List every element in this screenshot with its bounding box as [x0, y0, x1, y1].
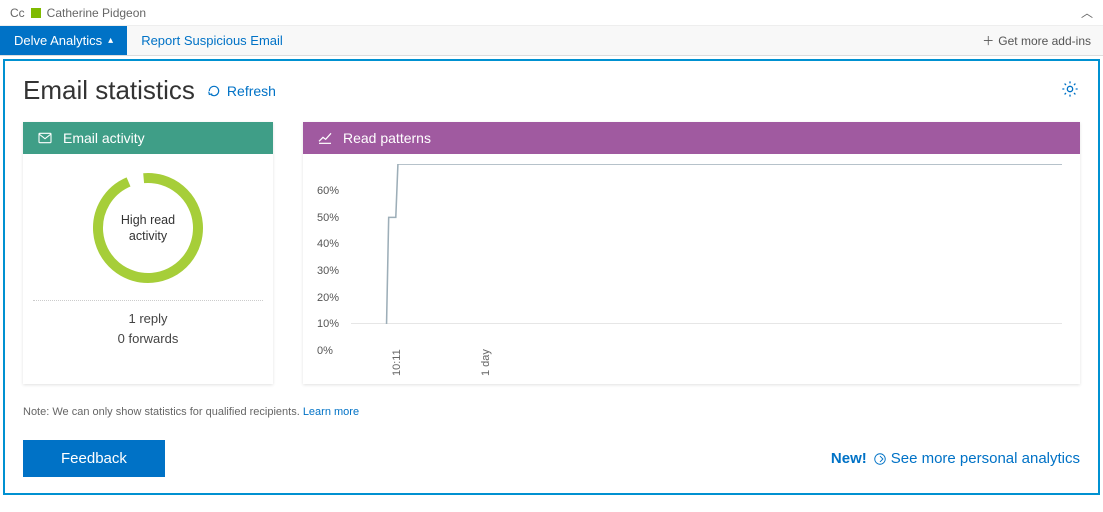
read-patterns-chart: 0%10%20%30%40%50%60%10:111 day	[317, 164, 1066, 344]
collapse-caret-icon[interactable]: ︿	[1081, 4, 1093, 21]
feedback-button[interactable]: Feedback	[23, 440, 165, 477]
card-header-activity: Email activity	[23, 122, 273, 154]
refresh-button[interactable]: Refresh	[207, 83, 276, 99]
user-name: Catherine Pidgeon	[47, 6, 146, 20]
activity-body: High read activity 1 reply 0 forwards	[23, 154, 273, 358]
see-more-label: See more personal analytics	[891, 450, 1080, 467]
email-activity-card: Email activity High read activity 1 repl	[23, 122, 273, 384]
x-axis-tick: 10:11	[391, 349, 403, 376]
x-axis-labels: 10:11 1 day	[351, 346, 1062, 376]
y-axis-tick: 30%	[317, 265, 339, 277]
chevron-up-icon: ▴	[108, 35, 113, 46]
chart-line-icon	[317, 130, 333, 146]
learn-more-link[interactable]: Learn more	[303, 406, 359, 418]
plus-icon: ＋	[982, 32, 994, 49]
card-header-patterns: Read patterns	[303, 122, 1080, 154]
tab-label: Delve Analytics	[14, 33, 102, 48]
addin-tab-bar: Delve Analytics ▴ Report Suspicious Emai…	[0, 26, 1103, 56]
forward-count: 0 forwards	[33, 329, 263, 349]
y-axis-tick: 20%	[317, 292, 339, 304]
patterns-body: 0% 10% 20% 30% 40% 50% 60% 10:11 1 day	[303, 154, 1080, 384]
see-more-analytics-link[interactable]: See more personal analytics	[873, 450, 1080, 467]
read-patterns-card: Read patterns 0%10%20%30%40%50%60%10:111…	[303, 122, 1080, 384]
plot-area	[351, 164, 1062, 324]
y-axis-tick: 60%	[317, 185, 339, 197]
tab-report-suspicious[interactable]: Report Suspicious Email	[127, 26, 297, 55]
y-axis-tick: 10%	[317, 318, 339, 330]
new-badge: New!	[831, 450, 867, 467]
external-link-icon	[873, 452, 887, 466]
tab-label: Report Suspicious Email	[141, 33, 283, 48]
card-row: Email activity High read activity 1 repl	[23, 122, 1080, 384]
page-title: Email statistics	[23, 75, 195, 106]
settings-button[interactable]	[1060, 79, 1080, 102]
tab-delve-analytics[interactable]: Delve Analytics ▴	[0, 26, 127, 55]
panel-header: Email statistics Refresh	[23, 75, 1080, 106]
cc-label: Cc	[10, 6, 25, 20]
cc-bar: Cc Catherine Pidgeon ︿	[0, 0, 1103, 26]
refresh-label: Refresh	[227, 83, 276, 99]
footer-row: Feedback New! See more personal analytic…	[23, 440, 1080, 477]
card-title: Read patterns	[343, 130, 431, 146]
y-axis-tick: 50%	[317, 212, 339, 224]
note-text: Note: We can only show statistics for qu…	[23, 406, 303, 418]
delve-panel: Email statistics Refresh Email activi	[3, 59, 1100, 495]
addins-label: Get more add-ins	[998, 34, 1091, 48]
card-title: Email activity	[63, 130, 145, 146]
y-axis-tick: 40%	[317, 238, 339, 250]
gear-icon	[1060, 79, 1080, 99]
reply-count: 1 reply	[33, 309, 263, 329]
presence-indicator-icon	[31, 8, 41, 18]
refresh-icon	[207, 84, 221, 98]
chart-series-line	[387, 164, 1062, 324]
note-line: Note: We can only show statistics for qu…	[23, 406, 1080, 418]
envelope-icon	[37, 130, 53, 146]
x-axis-tick: 1 day	[480, 349, 492, 376]
activity-donut: High read activity	[88, 168, 208, 288]
divider	[33, 300, 263, 301]
y-axis-tick: 0%	[317, 345, 333, 357]
donut-label: High read activity	[88, 168, 208, 288]
get-more-addins[interactable]: ＋ Get more add-ins	[970, 26, 1103, 55]
